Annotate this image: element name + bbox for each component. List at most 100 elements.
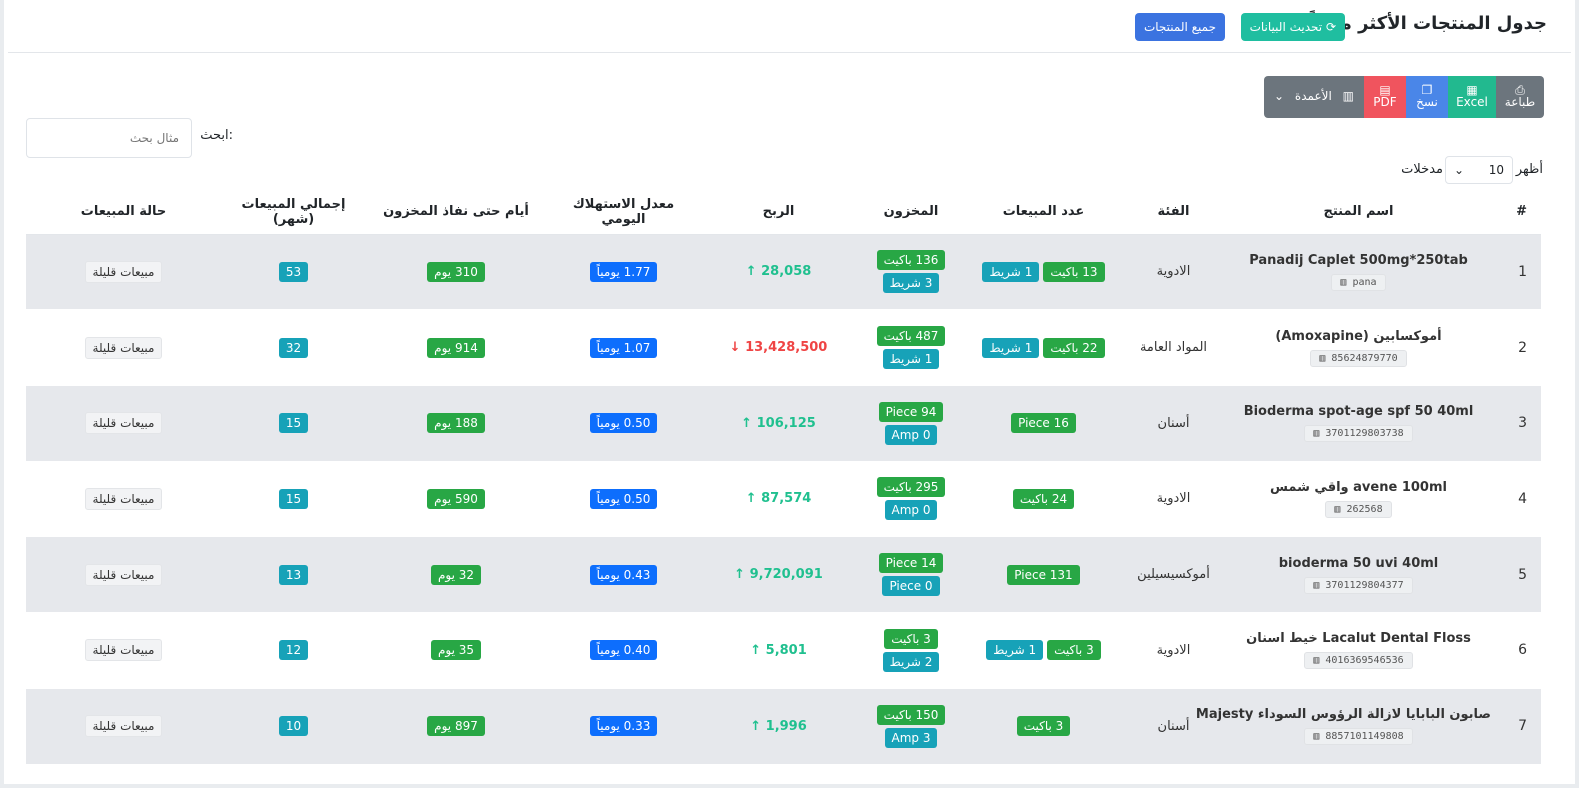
sales-badge: 1 شريط — [986, 640, 1044, 661]
sales-status-badge: مبيعات قليلة — [84, 715, 163, 738]
stock-badge: 3 باكيت — [884, 628, 938, 649]
days-left-cell: 590 يوم — [366, 460, 546, 537]
column-header[interactable]: المخزون — [856, 190, 966, 235]
stock-cell: Piece 94 Amp 0 — [856, 384, 966, 462]
column-header[interactable]: أيام حتى نفاذ المخزون — [366, 190, 546, 235]
table-row[interactable]: 2 أموكسابين (Amoxapine) 85624879770 ▥ ال… — [26, 309, 1541, 386]
column-header[interactable]: إجمالي المبيعات (شهر) — [221, 190, 366, 235]
profit-value: 28,058 ↑ — [746, 264, 812, 279]
product-name[interactable]: صابون البابايا لازالة الرؤوس السوداء Maj… — [1196, 707, 1491, 722]
chevron-down-icon: ⌄ — [1274, 89, 1285, 104]
stock-cell: 136 باكيت 3 شريط — [856, 233, 966, 310]
barcode-text: 8857101149808 — [1325, 731, 1404, 743]
profit-amount: 13,428,500 — [745, 340, 828, 356]
copy-label: نسخ — [1416, 95, 1438, 110]
columns-label: الأعمدة — [1294, 89, 1332, 104]
sales-status-cell: مبيعات قليلة — [26, 384, 221, 462]
chevron-down-icon: ⌄ — [1454, 163, 1465, 177]
column-header[interactable]: الربح — [701, 190, 856, 235]
refresh-label: تحديث البيانات — [1249, 20, 1323, 34]
monthly-total-cell: 32 — [221, 309, 366, 386]
barcode-icon: ▥ — [1313, 579, 1320, 591]
stock-badge: Piece 94 — [878, 401, 944, 422]
daily-rate-cell: 0.43 يومياً — [546, 536, 701, 613]
columns-visibility-button[interactable]: ⌄ الأعمدة ▥ — [1264, 76, 1364, 118]
daily-rate-badge: 1.07 يومياً — [589, 337, 658, 358]
row-number: 3 — [1491, 384, 1541, 462]
refresh-button[interactable]: ⟳ تحديث البيانات — [1240, 13, 1345, 41]
columns-icon: ▥ — [1342, 89, 1354, 104]
monthly-total-cell: 13 — [221, 536, 366, 613]
product-name[interactable]: Panadij Caplet 500mg*250tab — [1226, 253, 1491, 268]
profit-cell: 9,720,091 ↑ — [701, 536, 856, 613]
days-left-cell: 32 يوم — [366, 536, 546, 613]
row-number: 5 — [1491, 536, 1541, 613]
product-barcode: 3701129803738 ▥ — [1304, 425, 1413, 443]
table-row[interactable]: 6 Lacalut Dental Floss خيط اسنان 4016369… — [26, 611, 1541, 689]
arrow-up-icon: ↑ — [750, 718, 762, 734]
product-cell: Panadij Caplet 500mg*250tab pana ▥ — [1226, 233, 1491, 310]
profit-value: 13,428,500 ↓ — [730, 340, 828, 355]
pdf-button[interactable]: ▤ PDF — [1364, 76, 1406, 118]
product-name[interactable]: Bioderma spot-age spf 50 40ml — [1226, 404, 1491, 419]
print-button[interactable]: ⎙ طباعة — [1496, 76, 1544, 118]
days-left-cell: 897 يوم — [366, 687, 546, 764]
row-number: 6 — [1491, 611, 1541, 689]
product-cell: صابون البابايا لازالة الرؤوس السوداء Maj… — [1196, 687, 1491, 764]
arrow-up-icon: ↑ — [741, 415, 753, 431]
product-barcode: 4016369546536 ▥ — [1304, 652, 1413, 670]
product-name[interactable]: Lacalut Dental Floss خيط اسنان — [1226, 631, 1491, 646]
sales-badge: 22 باكيت — [1043, 337, 1105, 358]
barcode-text: 262568 — [1346, 503, 1383, 515]
product-name[interactable]: bioderma 50 uvi 40ml — [1226, 556, 1491, 571]
all-products-button[interactable]: جميع المنتجات — [1134, 13, 1225, 41]
table-header-row: # اسم المنتج الفئة عدد المبيعات المخزون … — [26, 190, 1541, 235]
table-row[interactable]: 5 bioderma 50 uvi 40ml 3701129804377 ▥ أ… — [26, 536, 1541, 613]
product-name[interactable]: avene 100ml واقي شمس — [1226, 480, 1491, 495]
days-left-badge: 897 يوم — [427, 716, 485, 737]
length-select[interactable]: 10 ⌄ — [1445, 156, 1513, 184]
sales-badge: Piece 131 — [1007, 564, 1080, 585]
sales-badge: 1 شريط — [982, 261, 1040, 282]
barcode-text: 3701129803738 — [1325, 428, 1404, 440]
monthly-total-badge: 53 — [278, 261, 309, 282]
category-cell: الادوية — [1121, 233, 1226, 310]
table-row[interactable]: 4 avene 100ml واقي شمس 262568 ▥ الادوية … — [26, 460, 1541, 537]
sales-status-badge: مبيعات قليلة — [84, 260, 163, 283]
barcode-text: 85624879770 — [1331, 352, 1398, 364]
column-header[interactable]: حالة المبيعات — [26, 190, 221, 235]
column-header[interactable]: معدل الاستهلاك اليومي — [546, 190, 701, 235]
stock-cell: 295 باكيت Amp 0 — [856, 460, 966, 537]
excel-button[interactable]: ▦ Excel — [1448, 76, 1496, 118]
column-header[interactable]: اسم المنتج — [1226, 190, 1491, 235]
search-input[interactable] — [26, 118, 192, 158]
column-header[interactable]: عدد المبيعات — [966, 190, 1121, 235]
table-row[interactable]: 1 Panadij Caplet 500mg*250tab pana ▥ الا… — [26, 233, 1541, 310]
table-row[interactable]: 7 صابون البابايا لازالة الرؤوس السوداء M… — [26, 687, 1541, 764]
table-row[interactable]: 3 Bioderma spot-age spf 50 40ml 37011298… — [26, 384, 1541, 462]
sales-count-cell: Piece 131 — [966, 536, 1121, 613]
product-cell: أموكسابين (Amoxapine) 85624879770 ▥ — [1226, 309, 1491, 386]
best-sellers-table: # اسم المنتج الفئة عدد المبيعات المخزون … — [26, 190, 1541, 764]
column-header[interactable]: الفئة — [1121, 190, 1226, 235]
monthly-total-badge: 13 — [278, 564, 309, 585]
copy-button[interactable]: ❐ نسخ — [1406, 76, 1448, 118]
column-header[interactable]: # — [1491, 190, 1541, 235]
stock-badge: 295 باكيت — [876, 477, 946, 498]
product-name[interactable]: أموكسابين (Amoxapine) — [1226, 329, 1491, 344]
sales-count-cell: 13 باكيت1 شريط — [966, 233, 1121, 310]
days-left-badge: 310 يوم — [427, 261, 485, 282]
monthly-total-badge: 32 — [278, 337, 309, 358]
profit-cell: 5,801 ↑ — [701, 611, 856, 689]
stock-badge: 136 باكيت — [876, 250, 946, 271]
excel-label: Excel — [1456, 95, 1488, 110]
sales-count-cell: Piece 16 — [966, 384, 1121, 462]
sales-badge: 1 شريط — [982, 337, 1040, 358]
row-number: 7 — [1491, 687, 1541, 764]
arrow-down-icon: ↓ — [729, 340, 741, 356]
profit-cell: 1,996 ↑ — [701, 687, 856, 764]
stock-badge: 487 باكيت — [876, 326, 946, 347]
daily-rate-cell: 0.50 يومياً — [546, 384, 701, 462]
monthly-total-badge: 10 — [278, 716, 309, 737]
barcode-text: 4016369546536 — [1325, 655, 1404, 667]
